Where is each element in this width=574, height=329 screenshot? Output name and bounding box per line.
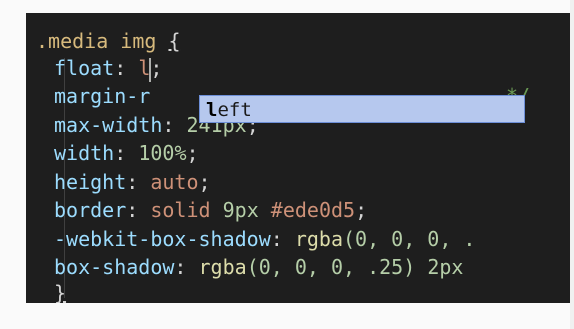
number-value: 9: [222, 198, 235, 222]
keyword-value: auto: [150, 170, 199, 194]
function-name: rgba: [198, 255, 247, 279]
code-line-border[interactable]: border: solid 9px #ede0d5;: [54, 195, 367, 225]
unit: %: [174, 141, 187, 165]
code-line-float[interactable]: float: l;: [54, 53, 162, 83]
property-name: width: [54, 141, 115, 165]
property-name: -webkit-box-shadow: [54, 227, 271, 251]
code-line-webkit-box-shadow[interactable]: -webkit-box-shadow: rgba(0, 0, 0, .: [54, 224, 475, 254]
code-editor[interactable]: .media img { float: l; margin-r */ max-w…: [26, 13, 574, 303]
keyword-value: solid: [150, 198, 211, 222]
suggestion-rest: eft: [217, 99, 252, 121]
function-name: rgba: [294, 227, 344, 251]
function-args: (0, 0, 0, .25): [246, 255, 416, 279]
property-name: box-shadow: [54, 255, 175, 279]
property-name: margin-r: [54, 84, 151, 108]
selector-tag: img: [120, 29, 157, 53]
open-brace: {: [168, 29, 181, 53]
property-name: float: [54, 56, 115, 80]
selector-line: .media img {: [36, 26, 181, 56]
window-edge: [570, 0, 574, 329]
unit: px: [234, 198, 259, 222]
close-brace-line: }: [54, 278, 66, 303]
unit: px: [439, 255, 464, 279]
code-line-box-shadow[interactable]: box-shadow: rgba(0, 0, 0, .25) 2px: [54, 252, 463, 282]
suggestion-match: l: [206, 99, 218, 121]
screenshot-frame: .media img { float: l; margin-r */ max-w…: [0, 0, 574, 329]
property-name: max-width: [54, 113, 163, 137]
property-name: border: [54, 198, 127, 222]
semicolon: ;: [150, 56, 163, 80]
property-name: height: [54, 170, 127, 194]
function-args: (0, 0, 0, .: [343, 227, 476, 251]
close-brace: }: [54, 281, 67, 303]
number-value: 100: [138, 141, 175, 165]
number-value: 2: [427, 255, 440, 279]
code-line-margin[interactable]: margin-r: [54, 81, 150, 111]
autocomplete-suggestion[interactable]: left: [199, 95, 525, 123]
code-line-height[interactable]: height: auto;: [54, 167, 211, 197]
code-line-width[interactable]: width: 100%;: [54, 138, 199, 168]
color-value: #ede0d5: [270, 198, 356, 222]
selector-class: .media: [36, 29, 109, 53]
